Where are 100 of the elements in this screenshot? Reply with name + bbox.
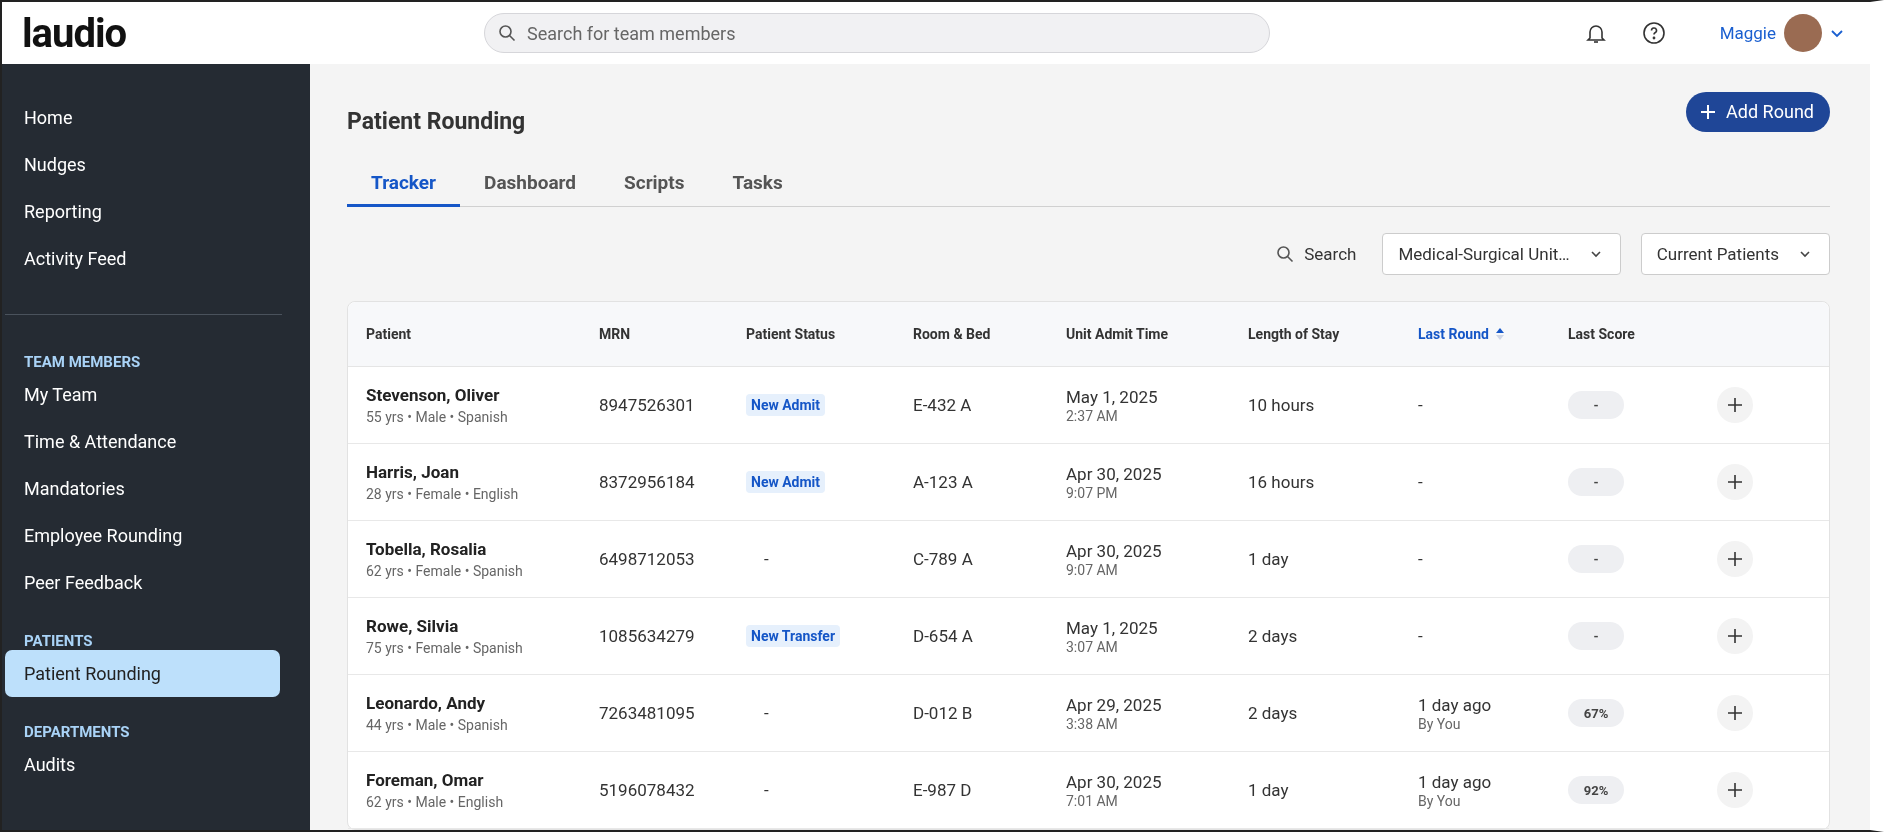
status-badge: New Admit: [746, 471, 826, 493]
search-field[interactable]: Search for team members: [484, 13, 1270, 53]
patient-details: 55 yrs • Male • Spanish: [366, 409, 509, 425]
plus-icon: [1727, 628, 1743, 644]
score-pill: -: [1568, 545, 1624, 573]
help-icon[interactable]: [1641, 21, 1666, 45]
add-button[interactable]: [1717, 464, 1753, 500]
room-cell-text: A-123 A: [912, 472, 974, 492]
admit-time: 2:37 AM: [1066, 407, 1119, 424]
column-header[interactable]: Last Round: [1400, 326, 1550, 342]
patient-name[interactable]: Rowe, Silvia: [366, 616, 581, 636]
admit-date: Apr 30, 2025: [1066, 771, 1163, 792]
patient-name[interactable]: Stevenson, Oliver: [366, 385, 581, 405]
sidebar-item[interactable]: Reporting: [5, 188, 280, 235]
tab[interactable]: Dashboard: [460, 159, 601, 207]
admit-date: Apr 30, 2025: [1066, 463, 1163, 484]
column-header[interactable]: Length of Stay: [1230, 326, 1400, 342]
admit-date: Apr 30, 2025: [1066, 540, 1163, 561]
sidebar-item[interactable]: Peer Feedback: [5, 559, 280, 606]
plus-icon: [1727, 782, 1743, 798]
section-heading: PATIENTS: [23, 631, 94, 650]
score-pill: -: [1568, 468, 1624, 496]
admit-time: 9:07 PM: [1066, 484, 1119, 501]
patient-details: 28 yrs • Female • English: [366, 486, 520, 502]
column-header[interactable]: Patient: [348, 326, 581, 342]
status-cell-text: -: [763, 703, 769, 723]
add-button[interactable]: [1717, 387, 1753, 423]
unit-dropdown[interactable]: Medical-Surgical Unit…: [1382, 233, 1621, 275]
sidebar-item[interactable]: Patient Rounding: [5, 650, 280, 697]
patient-name[interactable]: Foreman, Omar: [366, 770, 581, 790]
tab[interactable]: Tracker: [347, 159, 461, 207]
column-header[interactable]: MRN: [581, 326, 728, 342]
sidebar-item[interactable]: Nudges: [5, 141, 280, 188]
last-round: 1 day ago: [1418, 694, 1493, 715]
sidebar-item[interactable]: Employee Rounding: [5, 512, 280, 559]
last-round: -: [1418, 549, 1424, 569]
last-round: -: [1418, 472, 1424, 492]
score-pill: -: [1568, 622, 1624, 650]
sidebar-item[interactable]: Audits: [5, 741, 280, 788]
tab[interactable]: Scripts: [600, 159, 709, 207]
last-round: 1 day ago: [1418, 771, 1493, 792]
column-header[interactable]: Room & Bed: [895, 326, 1048, 342]
round-author: By You: [1418, 715, 1462, 732]
patient-name[interactable]: Tobella, Rosalia: [366, 539, 581, 559]
score-pill: -: [1568, 391, 1624, 419]
status-cell-text: -: [763, 780, 769, 800]
score-pill: 67%: [1568, 699, 1624, 727]
chevron-icon: [1589, 250, 1602, 258]
mrn-cell-text: 5196078432: [598, 780, 696, 800]
plus-icon: [1700, 103, 1717, 120]
admit-time: 3:38 AM: [1066, 715, 1119, 732]
add-button[interactable]: [1717, 695, 1753, 731]
sort-icon[interactable]: [1494, 326, 1505, 342]
sidebar-item[interactable]: Activity Feed: [5, 235, 280, 282]
mrn-cell-text: 6498712053: [598, 549, 696, 569]
sidebar-item[interactable]: Time & Attendance: [5, 418, 280, 465]
search-button[interactable]: Search: [1270, 243, 1363, 265]
last-round: -: [1418, 395, 1424, 415]
patient-details: 75 yrs • Female • Spanish: [366, 640, 524, 656]
patient-details: 62 yrs • Female • Spanish: [366, 563, 524, 579]
patient-name[interactable]: Leonardo, Andy: [366, 693, 581, 713]
admit-time: 7:01 AM: [1066, 792, 1119, 809]
sidebar-item[interactable]: Home: [5, 94, 280, 141]
status-badge: New Transfer: [746, 625, 840, 647]
plus-icon: [1727, 474, 1743, 490]
room-cell-text: E-987 D: [912, 780, 973, 800]
chevron-icon: [1830, 28, 1844, 38]
avatar: [1784, 14, 1822, 52]
sidebar-item[interactable]: Mandatories: [5, 465, 280, 512]
patient-details: 44 yrs • Male • Spanish: [366, 717, 509, 733]
room-cell-text: E-432 A: [912, 395, 973, 415]
round-author: By You: [1418, 792, 1462, 809]
sidebar-item[interactable]: My Team: [5, 371, 280, 418]
user-menu[interactable]: Maggie: [1713, 13, 1850, 53]
column-header[interactable]: Unit Admit Time: [1048, 326, 1230, 342]
logo[interactable]: laudio: [22, 9, 442, 57]
add-round-button[interactable]: Add Round: [1686, 91, 1830, 132]
stay-cell-text: 2 days: [1247, 626, 1299, 646]
add-button[interactable]: [1717, 772, 1753, 808]
admit-time: 9:07 AM: [1066, 561, 1119, 578]
page-title: Patient Rounding: [347, 108, 526, 135]
patient-name[interactable]: Harris, Joan: [366, 462, 581, 482]
section-heading: DEPARTMENTS: [23, 722, 131, 741]
status-badge: New Admit: [746, 394, 826, 416]
mrn-cell-text: 7263481095: [598, 703, 696, 723]
status-cell-text: -: [763, 549, 769, 569]
column-header[interactable]: Last Score: [1550, 326, 1695, 342]
column-header[interactable]: Patient Status: [728, 326, 895, 342]
stay-cell-text: 1 day: [1247, 780, 1290, 800]
tab[interactable]: Tasks: [708, 159, 807, 207]
room-cell-text: D-012 B: [912, 703, 974, 723]
patient-details: 62 yrs • Male • English: [366, 794, 505, 810]
admit-date: May 1, 2025: [1066, 617, 1159, 638]
admit-time: 3:07 AM: [1066, 638, 1119, 655]
stay-cell-text: 2 days: [1247, 703, 1299, 723]
chevron-icon: [1799, 250, 1811, 258]
plus-icon: [1727, 551, 1743, 567]
add-button[interactable]: [1717, 541, 1753, 577]
patients-dropdown[interactable]: Current Patients: [1640, 233, 1830, 275]
add-button[interactable]: [1717, 618, 1753, 654]
